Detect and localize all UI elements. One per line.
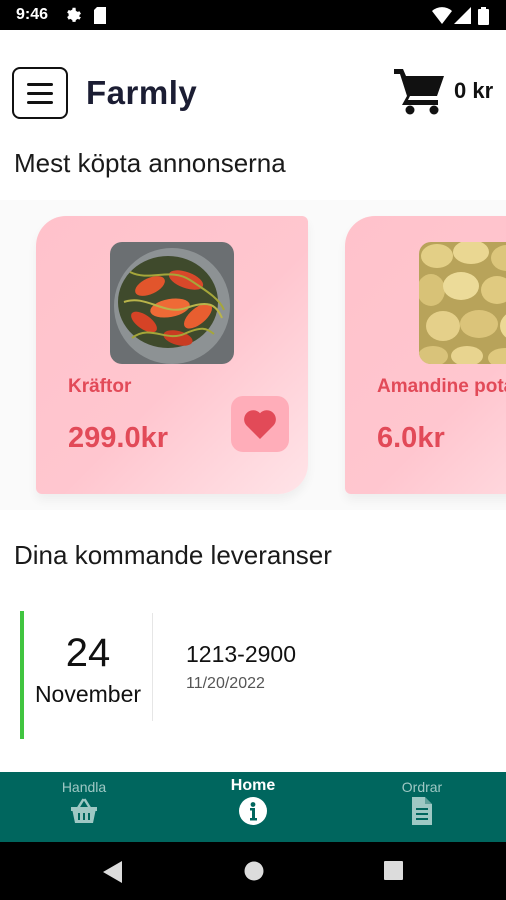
product-card[interactable]: Kräftor 299.0kr bbox=[36, 216, 308, 494]
wifi-icon bbox=[432, 7, 452, 24]
crayfish-photo bbox=[110, 242, 234, 364]
popular-carousel[interactable]: Kräftor 299.0kr Amandine pot 6.0kr bbox=[0, 200, 506, 510]
basket-icon bbox=[71, 798, 97, 823]
product-name: Amandine potatis bbox=[377, 376, 506, 397]
cart-total[interactable]: 0 kr bbox=[454, 78, 493, 104]
system-navigation-bar bbox=[0, 842, 506, 900]
popular-section-title: Mest köpta annonserna bbox=[14, 148, 286, 178]
delivery-month: November bbox=[34, 681, 142, 707]
favorite-button[interactable] bbox=[231, 396, 289, 452]
product-name: Kräftor bbox=[68, 376, 132, 397]
shopping-cart-icon[interactable] bbox=[394, 67, 446, 115]
status-bar: 9:46 bbox=[0, 0, 506, 30]
nav-label: Handla bbox=[61, 779, 107, 795]
potatoes-photo bbox=[419, 242, 506, 364]
status-time: 9:46 bbox=[16, 6, 49, 23]
nav-item-ordrar[interactable]: Ordrar bbox=[338, 772, 506, 842]
delivery-item[interactable]: 24 November 1213-2900 11/20/2022 bbox=[0, 605, 506, 745]
product-card[interactable]: Amandine potatis 6.0kr bbox=[345, 216, 506, 494]
bottom-navigation: Handla Home Ordrar bbox=[0, 772, 506, 842]
sim-card-icon bbox=[94, 7, 106, 24]
heart-icon bbox=[244, 410, 276, 439]
info-icon bbox=[239, 797, 267, 825]
nav-label: Home bbox=[230, 777, 276, 794]
battery-icon bbox=[478, 7, 489, 25]
menu-button[interactable] bbox=[12, 67, 68, 119]
back-icon[interactable] bbox=[103, 861, 123, 883]
product-price: 299.0kr bbox=[68, 422, 168, 454]
home-icon[interactable] bbox=[244, 861, 264, 881]
document-icon bbox=[412, 797, 432, 825]
delivery-day: 24 bbox=[65, 631, 111, 675]
signal-icon bbox=[454, 7, 471, 24]
nav-label: Ordrar bbox=[401, 779, 443, 795]
deliveries-section-title: Dina kommande leveranser bbox=[14, 540, 332, 570]
delivery-divider bbox=[152, 613, 153, 721]
nav-item-handla[interactable]: Handla bbox=[0, 772, 168, 842]
order-number: 1213-2900 bbox=[186, 641, 296, 667]
nav-item-home[interactable]: Home bbox=[169, 772, 337, 842]
order-date: 11/20/2022 bbox=[186, 675, 265, 692]
hamburger-menu-icon bbox=[27, 83, 53, 86]
app-bar: Farmly 0 kr bbox=[0, 30, 506, 130]
product-price: 6.0kr bbox=[377, 422, 445, 454]
gear-icon bbox=[67, 7, 81, 22]
app-title: Farmly bbox=[86, 74, 198, 111]
recents-icon[interactable] bbox=[384, 861, 403, 880]
